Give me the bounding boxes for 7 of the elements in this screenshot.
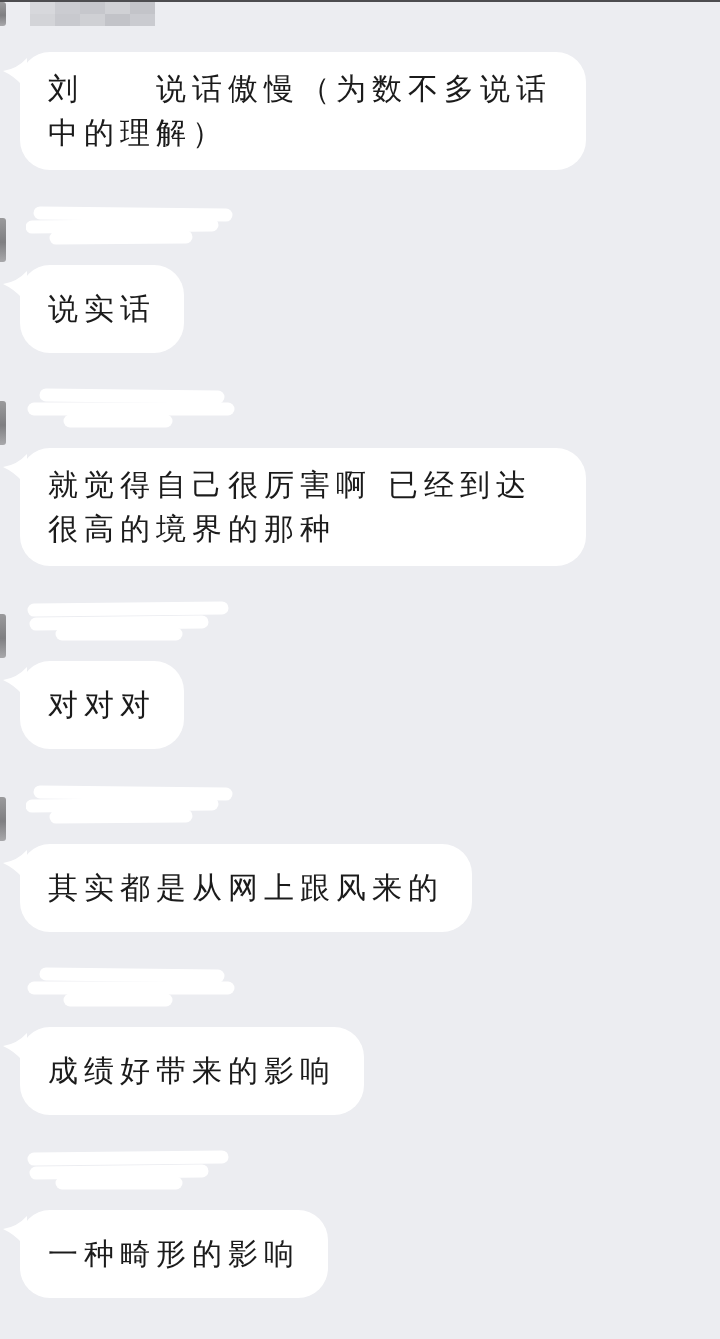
message-text: 就觉得自己很厉害啊 已经到达很高的境界的那种 xyxy=(48,466,533,548)
message-text: 对对对 xyxy=(48,686,156,724)
message-text: 成绩好带来的影响 xyxy=(48,1052,336,1090)
message-text: 其实都是从网上跟风来的 xyxy=(48,869,444,907)
message-text: 说实话 xyxy=(48,290,156,328)
message-text: 一种畸形的影响 xyxy=(48,1235,300,1273)
message-text: 刘 说话傲慢（为数不多说话中的理解） xyxy=(48,70,553,152)
